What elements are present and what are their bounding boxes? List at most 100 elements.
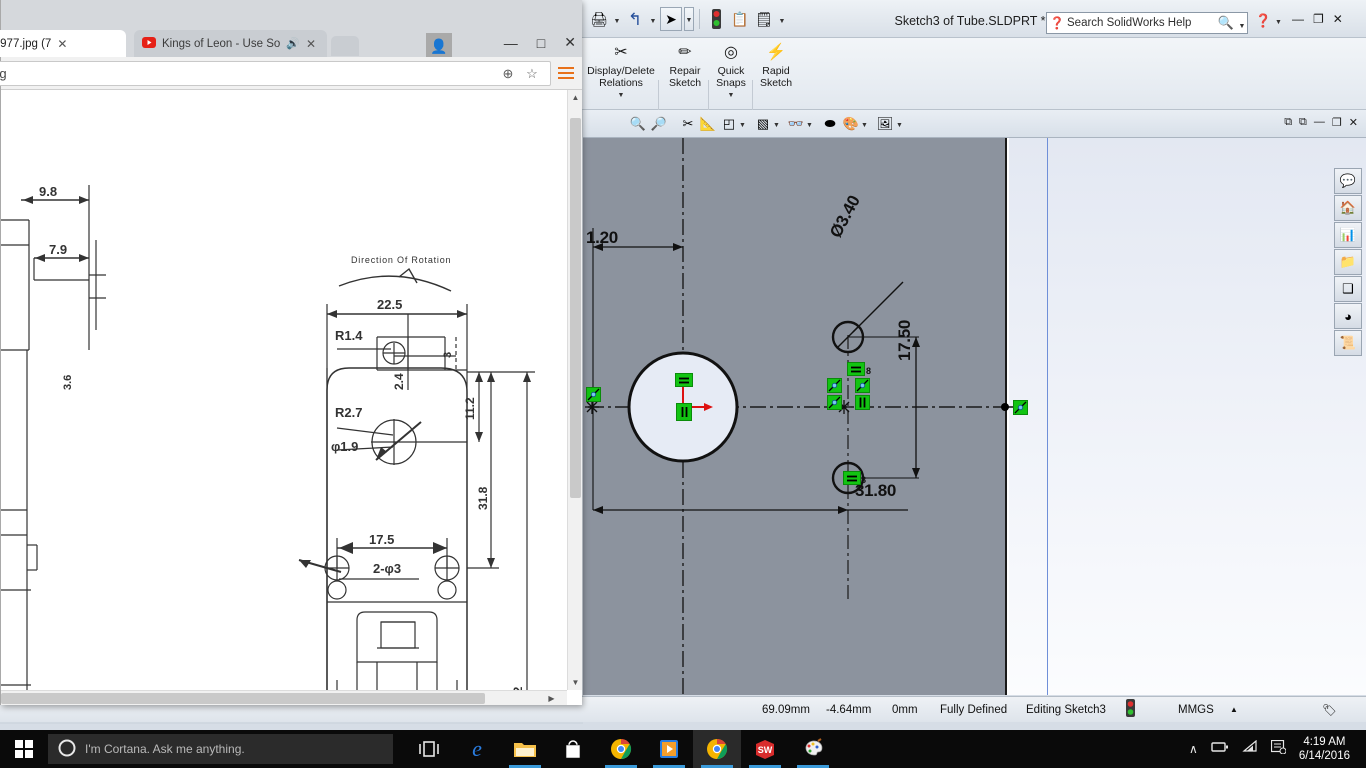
repair-sketch-button[interactable]: ✏ Repair Sketch <box>660 41 710 107</box>
task-view-icon[interactable] <box>405 730 453 768</box>
label-r2-7: R2.7 <box>335 405 362 420</box>
dimension-1-20[interactable]: 1.20 <box>586 228 618 248</box>
equal-relation-top[interactable] <box>847 362 865 376</box>
scroll-right-icon[interactable]: ▶ <box>544 691 559 705</box>
solidworks-resources-icon[interactable]: 💬 <box>1334 168 1362 194</box>
scroll-down-icon[interactable]: ▼ <box>568 675 582 690</box>
maximize-icon[interactable]: □ <box>537 35 545 51</box>
search-folder-icon[interactable]: 📁 <box>1334 249 1362 275</box>
view-palette-icon[interactable]: ❑ <box>1334 276 1362 302</box>
undo-icon[interactable]: ↰ <box>624 7 646 31</box>
rebuild-icon[interactable] <box>705 7 727 31</box>
equal-relation-bottom-number: 8 <box>861 475 867 485</box>
view-settings-icon[interactable]: 🗒 <box>753 7 775 31</box>
vertical-relation[interactable] <box>855 395 870 410</box>
graphics-area: 🔍 🔎 ✂ 📐 ◰ ▼ ▧ ▼ 👓 ▼ ⬬ 🎨 ▼ 🖼 ▼ ⧉ ⧉ — ❐ ✕ … <box>583 110 1366 695</box>
status-x: 69.09mm <box>762 703 810 716</box>
display-delete-relations-icon: ✂ <box>614 44 628 61</box>
restore-icon[interactable]: ❐ <box>1313 12 1324 26</box>
avatar[interactable]: 👤 <box>426 33 452 59</box>
search-icon[interactable]: 🔍 <box>1215 15 1237 31</box>
file-explorer-icon[interactable] <box>501 730 549 768</box>
equal-relation-bottom[interactable] <box>843 471 861 485</box>
help-icon[interactable]: ❓ <box>1255 13 1271 29</box>
scrollbar-thumb[interactable] <box>570 118 581 498</box>
rebuild-indicator-icon[interactable] <box>1126 699 1135 720</box>
chrome-window-buttons: — □ ✕ <box>504 34 576 51</box>
chrome-icon[interactable] <box>693 730 741 768</box>
close-icon[interactable]: ✕ <box>306 37 316 51</box>
edge-icon[interactable]: e <box>453 730 501 768</box>
horizontal-scrollbar[interactable]: ▶ <box>1 690 567 705</box>
search-dropdown-icon[interactable]: ▼ <box>1237 17 1247 30</box>
tab-audio-icon[interactable]: 🔊 <box>286 37 300 50</box>
print-icon[interactable]: 🖨 <box>588 7 610 31</box>
options-icon[interactable]: 📋 <box>729 7 751 31</box>
appearances-scenes-icon[interactable]: ◕ <box>1334 303 1362 329</box>
scroll-up-icon[interactable]: ▲ <box>568 90 582 105</box>
chevron-down-icon[interactable]: ▼ <box>618 90 625 102</box>
help-search-box[interactable]: ❓ Search SolidWorks Help 🔍 ▼ <box>1046 12 1248 34</box>
vertical-scrollbar[interactable]: ▲ ▼ <box>567 90 582 690</box>
label-2-4: 2.4 <box>392 373 406 390</box>
cortana-placeholder: I'm Cortana. Ask me anything. <box>85 742 245 756</box>
rapid-sketch-button[interactable]: ⚡ Rapid Sketch <box>753 41 799 107</box>
media-player-icon[interactable] <box>645 730 693 768</box>
new-tab-button[interactable] <box>331 36 359 56</box>
windows-start-icon[interactable] <box>0 730 48 768</box>
select-dropdown-icon[interactable]: ▼ <box>684 7 694 31</box>
minimize-icon[interactable]: — <box>504 35 518 51</box>
dimension-17-50[interactable]: 17.50 <box>895 320 915 361</box>
coincident-relation-c[interactable] <box>855 378 870 393</box>
minimize-icon[interactable]: — <box>1292 12 1304 26</box>
label-3-6: 3.6 <box>62 375 74 390</box>
coincident-relation-right[interactable] <box>1013 400 1028 415</box>
close-icon[interactable]: ✕ <box>57 37 67 51</box>
ribbon-label-line2: Snaps <box>716 77 746 89</box>
custom-properties-icon[interactable]: 📜 <box>1334 330 1362 356</box>
store-icon[interactable] <box>549 730 597 768</box>
chevron-down-icon[interactable]: ▼ <box>728 90 735 102</box>
help-dropdown-icon[interactable]: ▼ <box>1275 19 1282 26</box>
view-settings-dropdown-icon[interactable]: ▼ <box>777 7 787 31</box>
cortana-search-box[interactable]: I'm Cortana. Ask me anything. <box>48 734 393 764</box>
hamburger-menu-icon[interactable] <box>558 67 574 82</box>
zoom-icon[interactable]: ⊕ <box>496 66 520 82</box>
design-library-icon[interactable]: 🏠 <box>1334 195 1362 221</box>
toolbar-separator <box>699 9 700 29</box>
address-bar[interactable]: es_big/2009330152057977.jpg ⊕ ☆ <box>0 61 551 86</box>
select-tool-icon[interactable]: ➤ <box>660 7 682 31</box>
vertical-relation-center[interactable] <box>676 403 692 421</box>
solidworks-icon[interactable]: SW <box>741 730 789 768</box>
tags-icon[interactable]: 🏷 <box>1322 703 1337 717</box>
paint-icon[interactable] <box>789 730 837 768</box>
coincident-relation-left[interactable] <box>586 387 601 402</box>
tab-image[interactable]: 30152057977.jpg (7 ✕ <box>0 30 126 57</box>
close-icon[interactable]: ✕ <box>1333 12 1343 26</box>
file-explorer-icon[interactable]: 📊 <box>1334 222 1362 248</box>
quick-snaps-button[interactable]: ◎ Quick Snaps ▼ <box>709 41 753 107</box>
horizontal-relation-center-top[interactable] <box>675 373 693 387</box>
battery-icon[interactable] <box>1211 740 1229 758</box>
coincident-relation-b[interactable] <box>827 395 842 410</box>
clock-date: 6/14/2016 <box>1298 750 1350 762</box>
status-units[interactable]: MMGS <box>1178 704 1214 716</box>
coincident-relation-a[interactable] <box>827 378 842 393</box>
show-hidden-icons-icon[interactable]: ∧ <box>1189 742 1198 756</box>
action-center-icon[interactable] <box>1270 739 1287 759</box>
tab-youtube[interactable]: Kings of Leon - Use So 🔊 ✕ <box>134 30 327 57</box>
address-text: es_big/2009330152057977.jpg <box>0 66 7 81</box>
display-delete-relations-button[interactable]: ✂ Display/Delete Relations ▼ <box>583 41 659 107</box>
undo-dropdown-icon[interactable]: ▼ <box>648 7 658 31</box>
bookmark-star-icon[interactable]: ☆ <box>520 66 544 82</box>
tab-label: Kings of Leon - Use So <box>162 37 281 50</box>
chrome-icon-pinned[interactable] <box>597 730 645 768</box>
ribbon-label-line1: Rapid <box>762 65 790 77</box>
wifi-icon[interactable] <box>1242 739 1258 758</box>
youtube-icon <box>142 36 156 51</box>
print-dropdown-icon[interactable]: ▼ <box>612 7 622 31</box>
close-icon[interactable]: ✕ <box>564 34 576 51</box>
units-caret-icon[interactable]: ▲ <box>1230 705 1238 714</box>
scrollbar-thumb[interactable] <box>1 693 485 704</box>
clock[interactable]: 4:19 AM 6/14/2016 <box>1299 735 1356 763</box>
